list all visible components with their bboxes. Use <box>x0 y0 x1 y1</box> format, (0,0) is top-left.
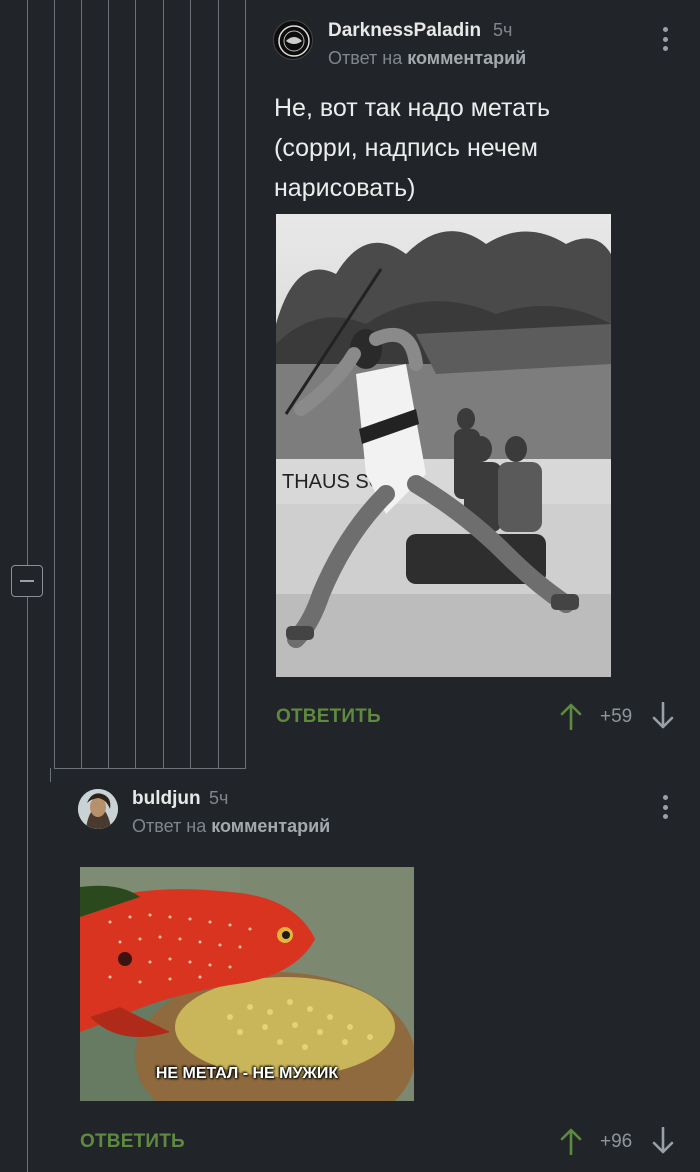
comment-time: 5ч <box>493 20 513 40</box>
comment-text-line: (сорри, надпись нечем <box>274 134 538 162</box>
comment-rating: +96 <box>600 1131 633 1152</box>
avatar[interactable] <box>273 20 313 60</box>
comment-text-line: нарисовать) <box>274 174 416 202</box>
reply-to: Ответ на комментарий <box>328 48 526 69</box>
image-caption: НЕ МЕТАЛ - НЕ МУЖИК <box>155 1065 339 1082</box>
arrow-down-icon[interactable] <box>652 1127 674 1155</box>
reply-to-prefix: Ответ на <box>132 816 207 836</box>
collapse-thread-button[interactable] <box>11 565 43 597</box>
comment-author[interactable]: buldjun <box>132 788 201 810</box>
reply-to-link[interactable]: комментарий <box>407 48 526 68</box>
reply-to-prefix: Ответ на <box>328 48 403 68</box>
comment-time: 5ч <box>209 788 229 808</box>
reply-to-link[interactable]: комментарий <box>211 816 330 836</box>
comment-image[interactable]: THAUS SC <box>276 214 611 677</box>
arrow-down-icon[interactable] <box>652 702 674 730</box>
comment-author[interactable]: DarknessPaladin <box>328 20 481 42</box>
comment-rating: +59 <box>600 706 633 727</box>
arrow-up-icon[interactable] <box>560 1127 582 1155</box>
reply-button[interactable]: ОТВЕТИТЬ <box>80 1131 185 1153</box>
arrow-up-icon[interactable] <box>560 702 582 730</box>
more-icon[interactable] <box>655 792 675 822</box>
collapse-icon <box>20 580 34 582</box>
avatar[interactable] <box>78 789 118 829</box>
reply-to: Ответ на комментарий <box>132 816 330 837</box>
comment-image[interactable]: НЕ МЕТАЛ - НЕ МУЖИК <box>80 867 414 1101</box>
comment-text-line: Не, вот так надо метать <box>274 94 550 122</box>
reply-button[interactable]: ОТВЕТИТЬ <box>276 706 381 728</box>
more-icon[interactable] <box>655 24 675 54</box>
comment-body: Не, вот так надо метать (сорри, надпись … <box>274 88 550 208</box>
